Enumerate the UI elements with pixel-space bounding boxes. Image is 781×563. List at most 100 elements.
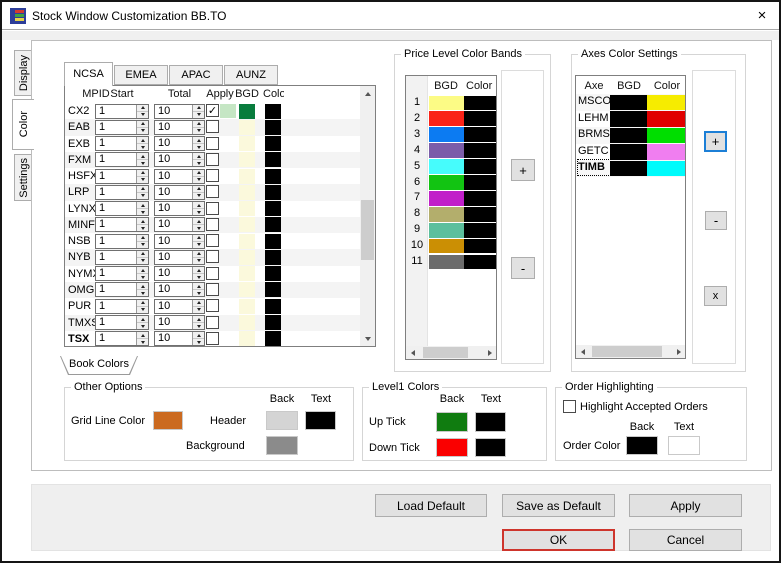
spinner-buttons[interactable]: [136, 299, 148, 313]
order-color-back-swatch[interactable]: [626, 436, 658, 455]
color-swatch[interactable]: [464, 190, 496, 206]
color-swatch[interactable]: [647, 94, 685, 111]
total-spinner[interactable]: 10: [154, 233, 205, 249]
cancel-button[interactable]: Cancel: [629, 529, 742, 551]
ok-button[interactable]: OK: [502, 529, 615, 551]
apply-checkbox[interactable]: [206, 234, 219, 248]
tab-aunz[interactable]: AUNZ: [224, 65, 278, 85]
scrollbar-thumb[interactable]: [592, 346, 662, 357]
color-swatch[interactable]: [464, 222, 496, 238]
total-spinner[interactable]: 10: [154, 298, 205, 314]
color-swatch[interactable]: [647, 111, 685, 127]
spinner-buttons[interactable]: [192, 218, 204, 232]
bgd-swatch[interactable]: [239, 119, 255, 135]
color-swatch[interactable]: [265, 266, 281, 282]
bgd-swatch[interactable]: [429, 238, 464, 254]
color-swatch[interactable]: [265, 152, 281, 168]
spinner-buttons[interactable]: [192, 250, 204, 264]
color-swatch[interactable]: [464, 143, 496, 159]
background-back-swatch[interactable]: [266, 436, 298, 455]
start-spinner[interactable]: 1: [95, 298, 149, 314]
spinner-buttons[interactable]: [192, 104, 204, 118]
grid-line-color-swatch[interactable]: [153, 411, 183, 430]
apply-checkbox[interactable]: [206, 201, 219, 215]
apply-checkbox[interactable]: [206, 299, 219, 313]
apply-button[interactable]: Apply: [629, 494, 742, 517]
total-spinner[interactable]: 10: [154, 249, 205, 265]
start-spinner[interactable]: 1: [95, 331, 149, 346]
bgd-swatch[interactable]: [239, 331, 255, 346]
start-spinner[interactable]: 1: [95, 136, 149, 152]
bgd-swatch[interactable]: [239, 233, 255, 249]
total-spinner[interactable]: 10: [154, 168, 205, 184]
scroll-up-icon[interactable]: [360, 86, 375, 101]
bgd-swatch[interactable]: [610, 160, 647, 177]
color-swatch[interactable]: [265, 184, 281, 200]
total-spinner[interactable]: 10: [154, 103, 205, 119]
down-tick-back-swatch[interactable]: [436, 438, 468, 457]
color-swatch[interactable]: [464, 159, 496, 174]
start-spinner[interactable]: 1: [95, 152, 149, 168]
apply-checkbox[interactable]: [206, 315, 219, 329]
spinner-buttons[interactable]: [136, 137, 148, 151]
bgd-swatch[interactable]: [429, 206, 464, 222]
spinner-buttons[interactable]: [136, 250, 148, 264]
start-spinner[interactable]: 1: [95, 315, 149, 330]
axes-delete-button[interactable]: x: [704, 286, 727, 306]
tab-apac[interactable]: APAC: [169, 65, 223, 85]
bgd-swatch[interactable]: [239, 136, 255, 152]
spinner-buttons[interactable]: [192, 153, 204, 167]
apply-checkbox[interactable]: [206, 120, 219, 134]
color-swatch[interactable]: [265, 315, 281, 330]
up-tick-text-swatch[interactable]: [475, 412, 506, 432]
close-icon[interactable]: ×: [751, 5, 773, 27]
spinner-buttons[interactable]: [136, 316, 148, 329]
start-spinner[interactable]: 1: [95, 249, 149, 265]
color-swatch[interactable]: [464, 175, 496, 190]
scroll-down-icon[interactable]: [360, 331, 375, 346]
bgd-swatch[interactable]: [429, 127, 464, 143]
bgd-swatch[interactable]: [239, 315, 255, 330]
bgd-swatch[interactable]: [239, 249, 255, 265]
bgd-swatch[interactable]: [239, 201, 255, 217]
color-swatch[interactable]: [464, 127, 496, 143]
color-swatch[interactable]: [265, 233, 281, 249]
spinner-buttons[interactable]: [136, 267, 148, 281]
start-spinner[interactable]: 1: [95, 168, 149, 184]
up-tick-back-swatch[interactable]: [436, 412, 468, 432]
axes-add-button[interactable]: +: [704, 131, 727, 152]
color-swatch[interactable]: [647, 160, 685, 177]
start-spinner[interactable]: 1: [95, 103, 149, 119]
start-spinner[interactable]: 1: [95, 233, 149, 249]
spinner-buttons[interactable]: [136, 332, 148, 346]
spinner-buttons[interactable]: [192, 316, 204, 329]
apply-checkbox[interactable]: [206, 169, 219, 183]
spinner-buttons[interactable]: [192, 202, 204, 216]
apply-checkbox[interactable]: [206, 217, 219, 231]
color-swatch[interactable]: [464, 238, 496, 254]
color-swatch[interactable]: [265, 119, 281, 135]
apply-checkbox[interactable]: [206, 266, 219, 280]
spinner-buttons[interactable]: [192, 267, 204, 281]
mpid-vertical-scrollbar[interactable]: [360, 86, 375, 346]
start-spinner[interactable]: 1: [95, 217, 149, 233]
apply-checkbox[interactable]: [206, 282, 219, 296]
spinner-buttons[interactable]: [192, 332, 204, 346]
color-swatch[interactable]: [265, 168, 281, 184]
bgd-swatch[interactable]: [239, 103, 255, 119]
price-horizontal-scrollbar[interactable]: [406, 346, 496, 359]
spinner-buttons[interactable]: [136, 283, 148, 297]
price-remove-button[interactable]: -: [511, 257, 535, 279]
color-swatch[interactable]: [647, 127, 685, 144]
total-spinner[interactable]: 10: [154, 282, 205, 298]
total-spinner[interactable]: 10: [154, 152, 205, 168]
bgd-swatch[interactable]: [429, 175, 464, 190]
bgd-swatch[interactable]: [429, 111, 464, 127]
color-swatch[interactable]: [647, 144, 685, 160]
bgd-swatch[interactable]: [239, 152, 255, 168]
scroll-left-icon[interactable]: [576, 345, 589, 358]
header-back-swatch[interactable]: [266, 411, 298, 430]
bgd-swatch[interactable]: [429, 222, 464, 238]
total-spinner[interactable]: 10: [154, 217, 205, 233]
bgd-swatch[interactable]: [239, 184, 255, 200]
